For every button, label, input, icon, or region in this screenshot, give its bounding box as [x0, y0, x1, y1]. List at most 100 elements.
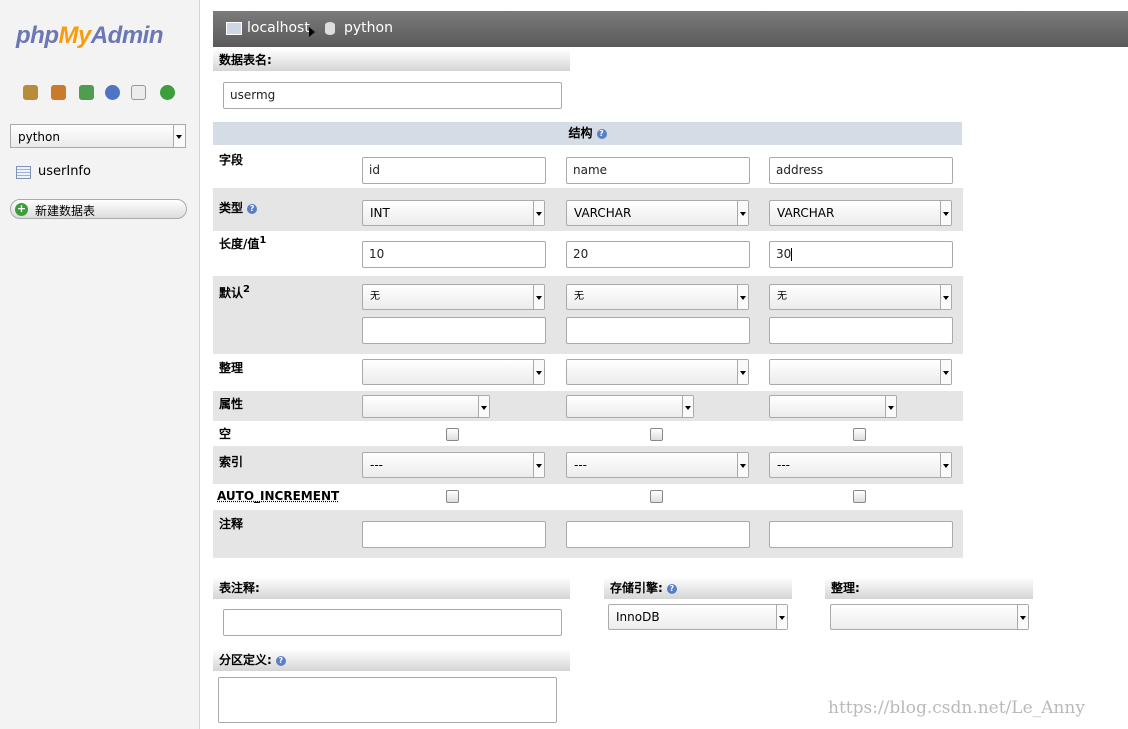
partition-header: 分区定义:?: [213, 649, 570, 671]
column-collation-select[interactable]: [769, 359, 952, 385]
column-index-value: ---: [370, 458, 383, 472]
column-length-input[interactable]: 30: [769, 241, 953, 268]
new-table-label: 新建数据表: [35, 204, 96, 218]
column-type-select[interactable]: VARCHAR: [566, 200, 749, 226]
help-icon[interactable]: ?: [596, 128, 607, 139]
column-attributes-select[interactable]: [769, 395, 897, 418]
chevron-down-icon: [940, 453, 951, 477]
table-collation-select[interactable]: [830, 604, 1029, 630]
column-type-select[interactable]: VARCHAR: [769, 200, 952, 226]
partition-header-label: 分区定义:: [219, 653, 272, 667]
column-attributes-select[interactable]: [566, 395, 694, 418]
chevron-down-icon: [776, 605, 787, 629]
column-collation-select[interactable]: [362, 359, 545, 385]
column-name-value: address: [776, 163, 824, 177]
column-name-value: name: [573, 163, 608, 177]
chevron-down-icon: [533, 453, 544, 477]
chevron-down-icon: [940, 201, 951, 225]
column-default-value-input[interactable]: [769, 317, 953, 344]
breadcrumb-separator-icon: [309, 27, 315, 37]
column-default-value: 无: [574, 291, 584, 302]
column-length-value: 30: [776, 247, 792, 261]
row-label-index: 索引: [219, 455, 244, 469]
column-type-select[interactable]: INT: [362, 200, 545, 226]
column-length-value: 10: [369, 247, 385, 261]
breadcrumb: localhost python: [213, 11, 1128, 47]
column-index-select[interactable]: ---: [769, 452, 952, 478]
text-cursor: [791, 248, 793, 261]
column-name-input[interactable]: address: [769, 157, 953, 184]
row-label-auto-increment[interactable]: AUTO_INCREMENT: [217, 489, 339, 503]
column-length-input[interactable]: 20: [566, 241, 750, 268]
table-name-value: usermg: [230, 88, 276, 102]
column-length-value: 20: [573, 247, 589, 261]
table-name-header: 数据表名:: [213, 49, 570, 71]
reload-icon[interactable]: [160, 85, 175, 100]
row-label-length-text: 长度/值: [219, 237, 260, 251]
table-comment-input[interactable]: [223, 609, 562, 636]
storage-engine-value: InnoDB: [616, 610, 660, 624]
footnote-1[interactable]: 1: [259, 235, 266, 246]
column-type-value: VARCHAR: [574, 206, 632, 220]
storage-engine-header: 存储引擎:?: [604, 577, 792, 599]
column-default-value: 无: [370, 291, 380, 302]
query-window-icon[interactable]: [79, 85, 94, 100]
database-select[interactable]: python: [10, 124, 186, 148]
help-icon[interactable]: [105, 85, 120, 100]
column-default-select[interactable]: 无: [769, 284, 952, 310]
storage-engine-header-label: 存储引擎:: [610, 581, 663, 595]
column-null-checkbox[interactable]: [650, 428, 663, 441]
column-index-value: ---: [777, 458, 790, 472]
column-default-value-input[interactable]: [566, 317, 750, 344]
help-icon[interactable]: ?: [247, 203, 258, 214]
column-name-input[interactable]: id: [362, 157, 546, 184]
exit-icon[interactable]: [51, 85, 66, 100]
column-auto-increment-checkbox[interactable]: [446, 490, 459, 503]
chevron-down-icon: [737, 360, 748, 384]
footnote-2[interactable]: 2: [243, 284, 250, 295]
sidebar-table-label[interactable]: userInfo: [38, 164, 91, 179]
partition-definition-textarea[interactable]: [218, 677, 557, 723]
help-icon[interactable]: ?: [275, 655, 286, 666]
column-comment-input[interactable]: [566, 521, 750, 548]
column-default-value: 无: [777, 291, 787, 302]
chevron-down-icon: [533, 285, 544, 309]
help-icon[interactable]: ?: [666, 583, 677, 594]
column-default-select[interactable]: 无: [362, 284, 545, 310]
home-icon[interactable]: [23, 85, 38, 100]
column-null-checkbox[interactable]: [446, 428, 459, 441]
column-type-value: VARCHAR: [777, 206, 835, 220]
server-icon: [226, 22, 242, 35]
column-index-value: ---: [574, 458, 587, 472]
column-length-input[interactable]: 10: [362, 241, 546, 268]
column-index-select[interactable]: ---: [362, 452, 545, 478]
phpmyadmin-logo[interactable]: phpMyAdmin: [16, 22, 164, 50]
row-label-type: 类型?: [219, 199, 258, 216]
table-collation-header-label: 整理:: [831, 581, 860, 595]
chevron-down-icon: [533, 201, 544, 225]
column-auto-increment-checkbox[interactable]: [650, 490, 663, 503]
chevron-down-icon: [940, 360, 951, 384]
chevron-down-icon: [885, 396, 896, 417]
table-name-input[interactable]: usermg: [223, 82, 562, 109]
column-auto-increment-checkbox[interactable]: [853, 490, 866, 503]
column-comment-input[interactable]: [769, 521, 953, 548]
column-index-select[interactable]: ---: [566, 452, 749, 478]
row-label-comment: 注释: [219, 517, 244, 531]
database-select-value: python: [18, 130, 60, 144]
column-name-input[interactable]: name: [566, 157, 750, 184]
column-default-select[interactable]: 无: [566, 284, 749, 310]
breadcrumb-database[interactable]: python: [344, 20, 393, 36]
column-null-checkbox[interactable]: [853, 428, 866, 441]
new-table-button[interactable]: + 新建数据表: [10, 199, 187, 219]
column-attributes-select[interactable]: [362, 395, 490, 418]
table-comment-header: 表注释:: [213, 577, 570, 599]
column-default-value-input[interactable]: [362, 317, 546, 344]
documentation-icon[interactable]: [131, 85, 146, 100]
chevron-down-icon: [173, 125, 185, 147]
column-collation-select[interactable]: [566, 359, 749, 385]
table-collation-header: 整理:: [825, 577, 1033, 599]
breadcrumb-server[interactable]: localhost: [247, 20, 310, 36]
column-comment-input[interactable]: [362, 521, 546, 548]
storage-engine-select[interactable]: InnoDB: [608, 604, 788, 630]
